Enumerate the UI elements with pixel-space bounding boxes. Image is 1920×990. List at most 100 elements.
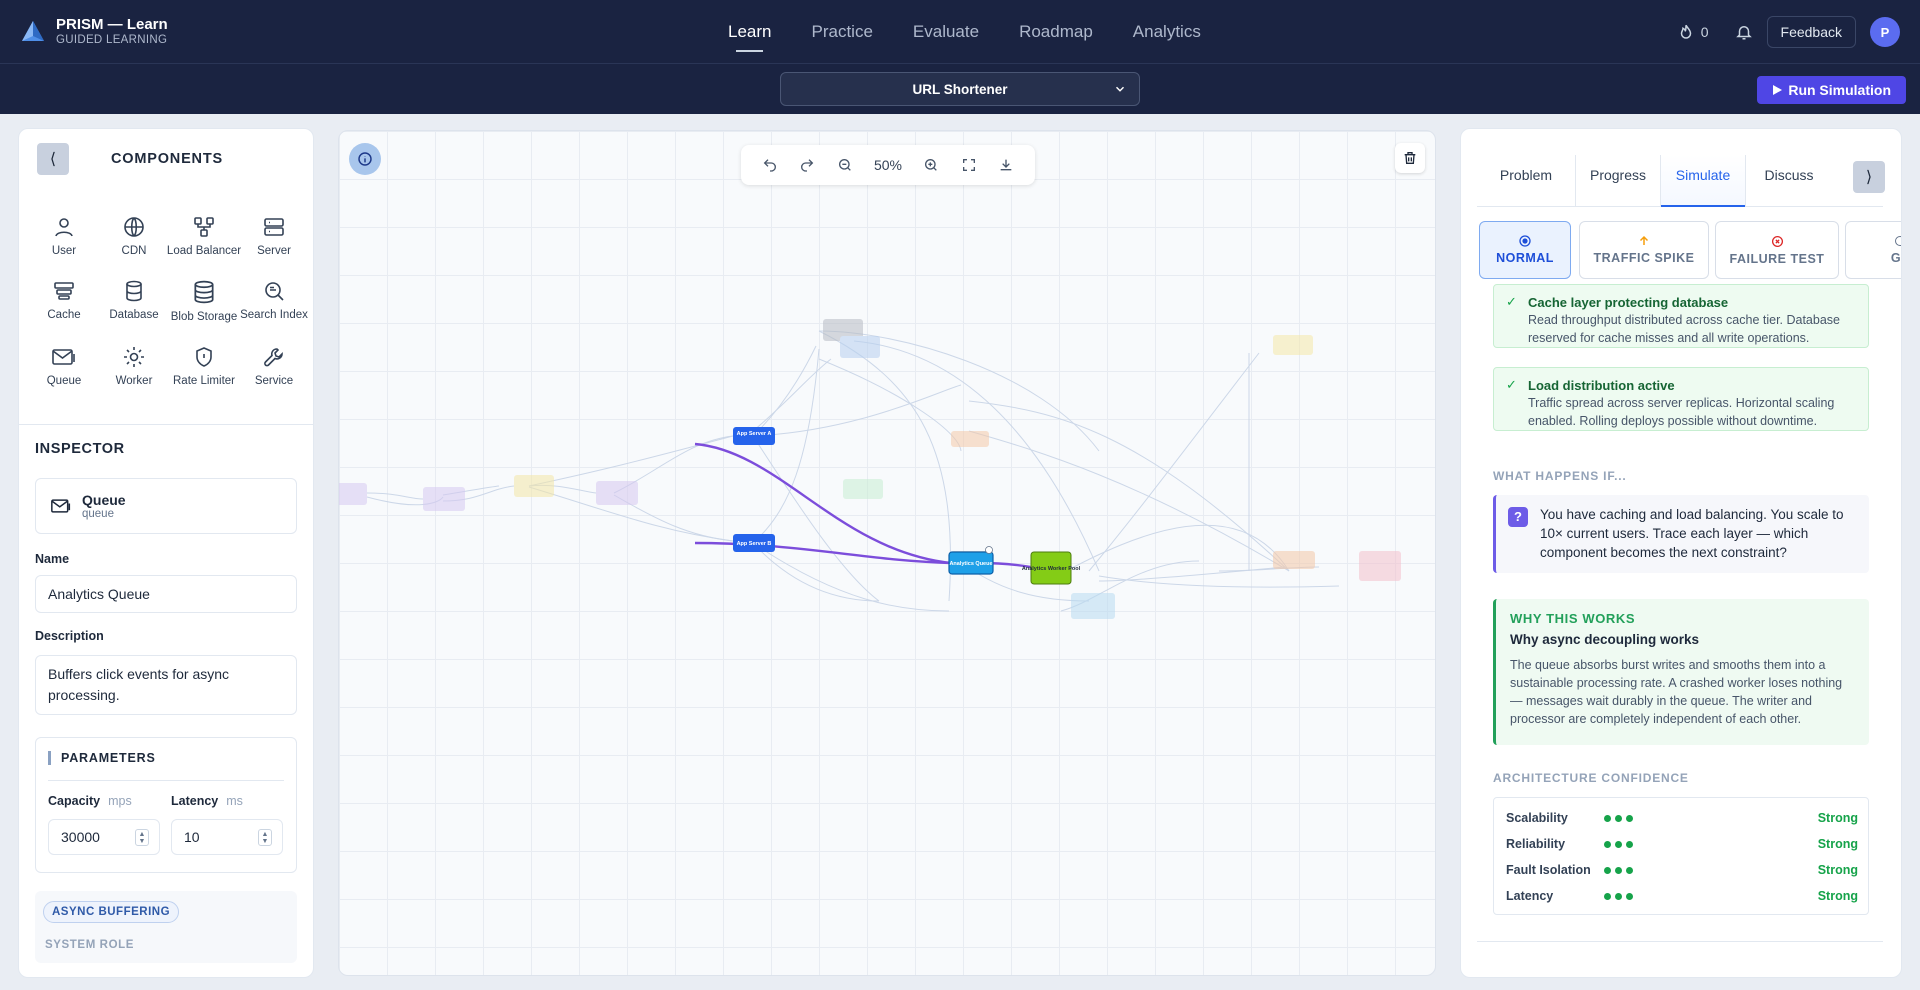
mode-normal[interactable]: NORMAL (1479, 221, 1571, 279)
component-label: Search Index (240, 309, 308, 321)
delete-node-icon[interactable] (985, 546, 993, 554)
node-rate-limiter[interactable] (843, 479, 883, 499)
brand[interactable]: PRISM — Learn GUIDED LEARNING (20, 16, 168, 47)
nav-tab-analytics[interactable]: Analytics (1133, 0, 1201, 64)
insight-card: ✓ Load distribution active Traffic sprea… (1493, 367, 1869, 431)
node-analytics-worker-pool[interactable]: Analytics Worker Pool (1022, 551, 1081, 585)
capacity-value: 30000 (61, 829, 100, 845)
bell-icon[interactable] (1735, 23, 1753, 41)
mode-traffic-spike[interactable]: TRAFFIC SPIKE (1579, 221, 1709, 279)
undo-icon[interactable] (762, 157, 778, 173)
right-tabs: Problem Progress Simulate Discuss (1477, 155, 1883, 207)
arrow-up-icon (1639, 235, 1649, 245)
why-this-works-card: WHY THIS WORKS Why async decoupling work… (1493, 599, 1869, 745)
feedback-button[interactable]: Feedback (1766, 16, 1856, 48)
node-label: App Server B (737, 541, 772, 547)
design-canvas[interactable]: App Server A App Server B Analytics Queu… (338, 130, 1436, 976)
name-label: Name (35, 552, 70, 566)
node-app-server-b[interactable]: App Server B (733, 534, 775, 552)
check-icon: ✓ (1506, 294, 1517, 309)
node-db-replica[interactable] (1273, 551, 1315, 569)
collapse-right-button[interactable]: ⟩ (1853, 161, 1885, 193)
node-auth[interactable] (514, 475, 554, 497)
node-analytics-db[interactable] (1359, 551, 1401, 581)
stepper-icon[interactable]: ▲ ▼ (258, 829, 272, 846)
clear-canvas-button[interactable] (1395, 143, 1425, 173)
confidence-row: Reliability Strong (1506, 834, 1858, 854)
latency-unit: ms (226, 794, 243, 808)
node-service[interactable] (840, 336, 880, 358)
zoom-out-icon[interactable] (837, 157, 853, 173)
canvas-toolbar: 50% (741, 145, 1035, 185)
rating-dots (1604, 841, 1633, 848)
tab-problem[interactable]: Problem (1477, 155, 1575, 207)
zoom-in-icon[interactable] (923, 157, 939, 173)
component-blob-storage[interactable]: Blob Storage (169, 279, 239, 323)
component-label: CDN (121, 245, 147, 257)
insight-card: ✓ Cache layer protecting database Read t… (1493, 284, 1869, 348)
parameters-section: PARAMETERS Capacity mps 30000 ▲ ▼ Latency ms… (35, 737, 297, 873)
node-bucket[interactable] (951, 431, 989, 447)
nav-tab-evaluate[interactable]: Evaluate (913, 0, 979, 64)
info-button[interactable] (349, 143, 381, 175)
component-service[interactable]: Service (239, 345, 309, 387)
confidence-row: Latency Strong (1506, 886, 1858, 906)
what-happens-text: You have caching and load balancing. You… (1540, 507, 1844, 560)
node-edge[interactable] (339, 483, 367, 505)
run-simulation-button[interactable]: Run Simulation (1757, 76, 1906, 104)
divider (48, 780, 284, 781)
latency-input[interactable]: 10 ▲ ▼ (171, 819, 283, 855)
fit-view-icon[interactable] (961, 157, 977, 173)
component-user[interactable]: User (29, 215, 99, 257)
component-database[interactable]: Database (99, 279, 169, 323)
component-search-index[interactable]: Search Index (239, 279, 309, 323)
mode-failure-test[interactable]: FAILURE TEST (1715, 221, 1839, 279)
nav-tab-practice[interactable]: Practice (811, 0, 872, 64)
avatar[interactable]: P (1870, 17, 1900, 47)
redo-icon[interactable] (799, 157, 815, 173)
node-api-gateway[interactable] (423, 487, 465, 511)
component-server[interactable]: Server (239, 215, 309, 257)
description-input[interactable]: Buffers click events for async processin… (35, 655, 297, 715)
nav-tab-learn[interactable]: Learn (728, 0, 771, 64)
component-load-balancer[interactable]: Load Balancer (167, 215, 241, 257)
chevron-right-icon: ⟩ (1865, 169, 1873, 186)
download-icon[interactable] (998, 157, 1014, 173)
problem-select[interactable]: URL Shortener (780, 72, 1140, 106)
capacity-input[interactable]: 30000 ▲ ▼ (48, 819, 160, 855)
confidence-rating: Strong (1817, 889, 1858, 903)
component-cdn[interactable]: CDN (99, 215, 169, 257)
tab-progress[interactable]: Progress (1576, 155, 1660, 207)
confidence-row: Scalability Strong (1506, 808, 1858, 828)
component-label: User (51, 245, 77, 257)
selected-node-card: Queue queue (35, 478, 297, 534)
node-load-balancer[interactable] (596, 481, 638, 505)
why-text: The queue absorbs burst writes and smoot… (1510, 658, 1843, 726)
trash-icon (1404, 152, 1416, 164)
tab-simulate[interactable]: Simulate (1661, 155, 1745, 207)
chevron-down-icon (1115, 86, 1125, 92)
wrench-icon (264, 348, 283, 367)
node-label-text: App Server A (737, 431, 772, 437)
description-label: Description (35, 629, 104, 643)
node-blob-storage[interactable] (1071, 593, 1115, 619)
component-rate-limiter[interactable]: Rate Limiter (169, 345, 239, 387)
system-role-section: ASYNC BUFFERING SYSTEM ROLE (35, 891, 297, 963)
stepper-icon[interactable]: ▲ ▼ (135, 829, 149, 846)
name-input[interactable]: Analytics Queue (35, 575, 297, 613)
node-search[interactable] (1273, 335, 1313, 355)
architecture-diagram[interactable]: App Server A App Server B Analytics Queu… (339, 131, 1436, 976)
prism-logo-icon (22, 20, 44, 41)
tab-discuss[interactable]: Discuss (1746, 155, 1832, 207)
node-app-server-a[interactable]: App Server A (733, 427, 775, 445)
mode-global[interactable]: GL (1845, 221, 1901, 279)
component-cache[interactable]: Cache (29, 279, 99, 323)
problem-bar: URL Shortener Run Simulation (0, 64, 1920, 114)
nav-tab-roadmap[interactable]: Roadmap (1019, 0, 1093, 64)
node-label-text: App Server B (737, 541, 772, 547)
component-worker[interactable]: Worker (99, 345, 169, 387)
node-analytics-queue[interactable]: Analytics Queue (948, 546, 994, 575)
streak-counter[interactable]: 0 (1677, 23, 1709, 41)
simulation-modes: NORMAL TRAFFIC SPIKE FAILURE TEST GL (1479, 221, 1901, 279)
component-queue[interactable]: Queue (29, 345, 99, 387)
